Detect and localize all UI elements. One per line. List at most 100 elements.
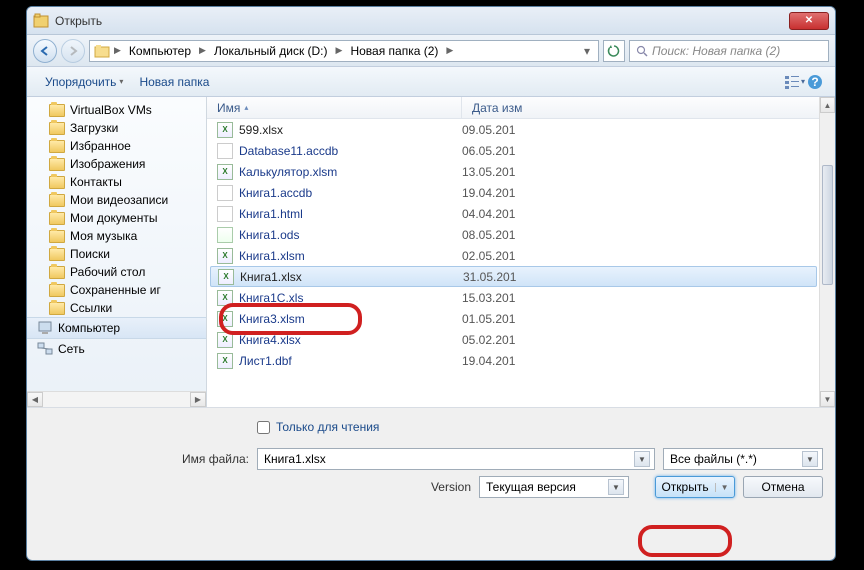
- tree-item[interactable]: Сохраненные иг: [27, 281, 206, 299]
- folder-icon: [49, 194, 65, 207]
- scroll-left-icon[interactable]: ◀: [27, 392, 43, 407]
- titlebar: Открыть ✕: [27, 7, 835, 35]
- scroll-up-icon[interactable]: ▲: [820, 97, 835, 113]
- tree-item-label: Избранное: [70, 139, 131, 153]
- view-button[interactable]: ▾: [785, 72, 805, 92]
- file-icon: [217, 143, 233, 159]
- tree-item[interactable]: Контакты: [27, 173, 206, 191]
- organize-button[interactable]: Упорядочить▾: [37, 71, 131, 93]
- scroll-thumb[interactable]: [822, 165, 833, 285]
- file-row[interactable]: XЛист1.dbf19.04.201: [207, 350, 835, 371]
- version-select[interactable]: Текущая версия ▼: [479, 476, 629, 498]
- file-row[interactable]: XКнига3.xlsm01.05.201: [207, 308, 835, 329]
- tree-item[interactable]: VirtualBox VMs: [27, 101, 206, 119]
- file-row[interactable]: Database11.accdb06.05.201: [207, 140, 835, 161]
- chevron-right-icon: ▶: [446, 45, 453, 56]
- back-button[interactable]: [33, 39, 57, 63]
- chevron-down-icon[interactable]: ▼: [715, 483, 729, 492]
- folder-icon: [49, 266, 65, 279]
- folder-icon: [49, 284, 65, 297]
- file-date: 04.04.201: [462, 207, 515, 221]
- tree-item-label: VirtualBox VMs: [70, 103, 152, 117]
- file-date: 05.02.201: [462, 333, 515, 347]
- file-row[interactable]: XКнига1С.xls15.03.201: [207, 287, 835, 308]
- tree-item-label: Изображения: [70, 157, 145, 171]
- tree-item-label: Моя музыка: [70, 229, 137, 243]
- excel-icon: X: [217, 248, 233, 264]
- tree-item-label: Ссылки: [70, 301, 112, 315]
- tree-item[interactable]: Рабочий стол: [27, 263, 206, 281]
- tree-network[interactable]: Сеть: [27, 339, 206, 359]
- file-list[interactable]: X599.xlsx09.05.201Database11.accdb06.05.…: [207, 119, 835, 407]
- file-row[interactable]: Книга1.ods08.05.201: [207, 224, 835, 245]
- search-icon: [636, 45, 648, 57]
- excel-icon: X: [217, 164, 233, 180]
- file-row[interactable]: Книга1.accdb19.04.201: [207, 182, 835, 203]
- file-name: Книга1С.xls: [239, 291, 303, 305]
- file-name: Книга3.xlsm: [239, 312, 305, 326]
- forward-button[interactable]: [61, 39, 85, 63]
- tree-item[interactable]: Мои документы: [27, 209, 206, 227]
- scroll-right-icon[interactable]: ▶: [190, 392, 206, 407]
- ods-icon: [217, 227, 233, 243]
- folder-icon: [49, 230, 65, 243]
- file-row[interactable]: XКнига1.xlsm02.05.201: [207, 245, 835, 266]
- filename-value: Книга1.xlsx: [264, 452, 634, 466]
- file-name: 599.xlsx: [239, 123, 283, 137]
- tree-hscroll[interactable]: ◀ ▶: [27, 391, 206, 407]
- file-row[interactable]: Книга1.html04.04.201: [207, 203, 835, 224]
- refresh-button[interactable]: [603, 40, 625, 62]
- breadcrumb-computer[interactable]: Компьютер: [125, 44, 195, 58]
- folder-icon: [94, 44, 110, 58]
- chevron-right-icon: ▶: [199, 45, 206, 56]
- tree-item[interactable]: Загрузки: [27, 119, 206, 137]
- file-icon: [217, 185, 233, 201]
- breadcrumb-drive[interactable]: Локальный диск (D:): [210, 44, 332, 58]
- help-button[interactable]: ?: [805, 72, 825, 92]
- excel-icon: X: [217, 353, 233, 369]
- navbar: ▶ Компьютер ▶ Локальный диск (D:) ▶ Нова…: [27, 35, 835, 67]
- tree-item[interactable]: Ссылки: [27, 299, 206, 317]
- scroll-down-icon[interactable]: ▼: [820, 391, 835, 407]
- close-button[interactable]: ✕: [789, 12, 829, 30]
- tree-item-label: Сохраненные иг: [70, 283, 161, 297]
- tree-item[interactable]: Мои видеозаписи: [27, 191, 206, 209]
- search-input[interactable]: Поиск: Новая папка (2): [629, 40, 829, 62]
- toolbar: Упорядочить▾ Новая папка ▾ ?: [27, 67, 835, 97]
- tree-computer[interactable]: Компьютер: [27, 317, 206, 339]
- filename-input[interactable]: Книга1.xlsx ▼: [257, 448, 655, 470]
- column-date[interactable]: Дата изм: [462, 97, 835, 118]
- chevron-down-icon[interactable]: ▼: [634, 451, 650, 467]
- excel-icon: X: [217, 332, 233, 348]
- tree-item[interactable]: Избранное: [27, 137, 206, 155]
- readonly-checkbox[interactable]: [257, 421, 270, 434]
- new-folder-button[interactable]: Новая папка: [131, 71, 217, 93]
- file-row[interactable]: XКнига1.xlsx31.05.201: [210, 266, 817, 287]
- breadcrumb[interactable]: ▶ Компьютер ▶ Локальный диск (D:) ▶ Нова…: [89, 40, 599, 62]
- tree-item-label: Контакты: [70, 175, 122, 189]
- tree-item[interactable]: Моя музыка: [27, 227, 206, 245]
- chevron-down-icon[interactable]: ▼: [802, 451, 818, 467]
- file-name: Книга4.xlsx: [239, 333, 301, 347]
- file-filter[interactable]: Все файлы (*.*) ▼: [663, 448, 823, 470]
- breadcrumb-folder[interactable]: Новая папка (2): [346, 44, 442, 58]
- file-date: 08.05.201: [462, 228, 515, 242]
- file-row[interactable]: XКалькулятор.xlsm13.05.201: [207, 161, 835, 182]
- cancel-button[interactable]: Отмена: [743, 476, 823, 498]
- file-row[interactable]: X599.xlsx09.05.201: [207, 119, 835, 140]
- file-name: Database11.accdb: [239, 144, 338, 158]
- breadcrumb-dropdown[interactable]: ▾: [580, 44, 594, 58]
- chevron-down-icon[interactable]: ▼: [608, 479, 624, 495]
- file-vscroll[interactable]: ▲ ▼: [819, 97, 835, 407]
- open-button[interactable]: Открыть▼: [655, 476, 735, 498]
- folder-icon: [49, 248, 65, 261]
- tree-item[interactable]: Изображения: [27, 155, 206, 173]
- tree-item[interactable]: Поиски: [27, 245, 206, 263]
- network-icon: [37, 341, 53, 357]
- column-name[interactable]: Имя▴: [207, 97, 462, 118]
- app-icon: [33, 13, 49, 29]
- file-row[interactable]: X Книга4.xlsx 05.02.201: [207, 329, 835, 350]
- chevron-right-icon: ▶: [336, 45, 343, 56]
- excel-icon: X: [217, 122, 233, 138]
- file-date: 02.05.201: [462, 249, 515, 263]
